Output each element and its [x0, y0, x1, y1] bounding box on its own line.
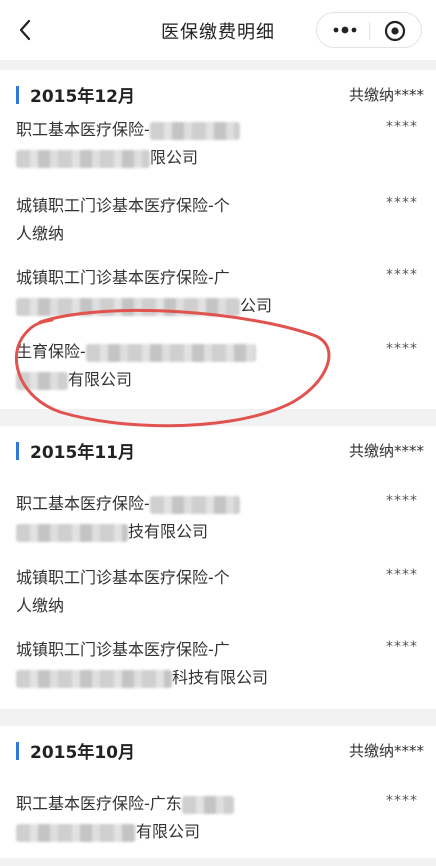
- item-name-line1: 职工基本医疗保险-广东: [16, 794, 182, 813]
- month-header: 2015年11月 共缴纳****: [0, 426, 436, 478]
- item-amount: ****: [386, 119, 418, 135]
- payment-item[interactable]: 城镇职工门诊基本医疗保险-广 科技有限公司 ****: [0, 636, 436, 712]
- item-name-line1: 职工基本医疗保险-: [16, 120, 150, 139]
- item-name-line2: 人缴纳: [16, 224, 65, 243]
- accent-bar: [16, 86, 19, 104]
- navigation-bar: 医保缴费明细: [0, 0, 436, 60]
- month-section-2015-12: 2015年12月 共缴纳**** 职工基本医疗保险- 限公司 **** 城镇职工…: [0, 70, 436, 409]
- redaction-blur: [16, 149, 150, 168]
- item-name-line1: 城镇职工门诊基本医疗保险-广: [16, 640, 230, 659]
- item-name-line1: 城镇职工门诊基本医疗保险-个: [16, 196, 230, 215]
- item-name: 职工基本医疗保险-广东 有限公司: [16, 790, 278, 846]
- month-total: 共缴纳****: [348, 742, 424, 760]
- item-amount: ****: [386, 341, 418, 357]
- item-name-line2: 技有限公司: [128, 522, 209, 541]
- month-title: 2015年11月: [30, 443, 135, 463]
- month-section-2015-10: 2015年10月 共缴纳**** 职工基本医疗保险-广东 有限公司 ****: [0, 726, 436, 858]
- capsule-divider: [369, 22, 370, 40]
- item-name-line2: 有限公司: [136, 822, 201, 841]
- item-name: 城镇职工门诊基本医疗保险-个 人缴纳: [16, 564, 278, 620]
- mini-program-capsule: [316, 12, 422, 48]
- accent-bar: [16, 442, 19, 460]
- item-name-line1: 城镇职工门诊基本医疗保险-个: [16, 568, 230, 587]
- item-name-line2: 人缴纳: [16, 596, 65, 615]
- redaction-blur: [181, 795, 234, 814]
- redaction-blur: [16, 297, 240, 316]
- payment-item[interactable]: 职工基本医疗保险- 技有限公司 ****: [0, 490, 436, 566]
- item-amount: ****: [386, 195, 418, 211]
- redaction-blur: [16, 669, 172, 688]
- month-title: 2015年10月: [30, 743, 135, 763]
- payment-item[interactable]: 职工基本医疗保险- 限公司 ****: [0, 116, 436, 192]
- redaction-blur: [85, 343, 256, 362]
- item-name: 城镇职工门诊基本医疗保险-个 人缴纳: [16, 192, 278, 248]
- month-header: 2015年12月 共缴纳****: [0, 70, 436, 122]
- redaction-blur: [16, 371, 68, 390]
- item-name: 城镇职工门诊基本医疗保险-广 科技有限公司: [16, 636, 278, 692]
- redaction-blur: [16, 523, 128, 542]
- month-total: 共缴纳****: [348, 86, 424, 104]
- month-header: 2015年10月 共缴纳****: [0, 726, 436, 778]
- item-name-line1: 城镇职工门诊基本医疗保险-广: [16, 268, 230, 287]
- payment-item[interactable]: 城镇职工门诊基本医疗保险-广 公司 ****: [0, 264, 436, 340]
- month-title: 2015年12月: [30, 87, 135, 107]
- item-name: 城镇职工门诊基本医疗保险-广 公司: [16, 264, 278, 320]
- target-close-icon[interactable]: [383, 19, 407, 43]
- item-amount: ****: [386, 267, 418, 283]
- month-section-2015-11: 2015年11月 共缴纳**** 职工基本医疗保险- 技有限公司 **** 城镇…: [0, 426, 436, 709]
- item-name: 职工基本医疗保险- 技有限公司: [16, 490, 278, 546]
- payment-item[interactable]: 城镇职工门诊基本医疗保险-个 人缴纳 ****: [0, 192, 436, 268]
- redaction-blur: [149, 121, 240, 140]
- month-total: 共缴纳****: [348, 442, 424, 460]
- item-name-line1: 职工基本医疗保险-: [16, 494, 150, 513]
- item-name-line2: 限公司: [150, 148, 199, 167]
- payment-item[interactable]: 生育保险- 有限公司 ****: [0, 338, 436, 414]
- item-amount: ****: [386, 493, 418, 509]
- item-name-line2: 科技有限公司: [172, 668, 269, 687]
- item-name: 生育保险- 有限公司: [16, 338, 278, 394]
- item-amount: ****: [386, 567, 418, 583]
- accent-bar: [16, 742, 19, 760]
- item-name-line2: 公司: [240, 296, 273, 315]
- redaction-blur: [149, 495, 240, 514]
- payment-item[interactable]: 职工基本医疗保险-广东 有限公司 ****: [0, 790, 436, 866]
- payment-item[interactable]: 城镇职工门诊基本医疗保险-个 人缴纳 ****: [0, 564, 436, 640]
- item-name: 职工基本医疗保险- 限公司: [16, 116, 278, 172]
- redaction-blur: [16, 823, 136, 842]
- more-dots-icon[interactable]: [331, 23, 359, 37]
- item-name-line1: 生育保险-: [16, 342, 86, 361]
- item-name-line2: 有限公司: [68, 370, 133, 389]
- item-amount: ****: [386, 639, 418, 655]
- item-amount: ****: [386, 793, 418, 809]
